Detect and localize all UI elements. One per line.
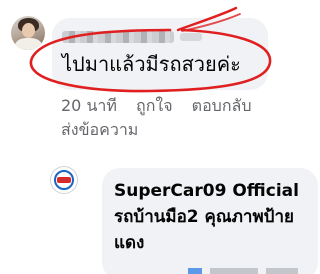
avatar-face (22, 23, 35, 38)
clipped-reply-meta (188, 268, 298, 274)
reply-bubble: SuperCar09 Official รถบ้านมือ2 คุณภาพป้า… (102, 168, 318, 274)
reply-button[interactable]: ตอบกลับ (192, 96, 252, 115)
comments-view: ไปมาแล้วมีรถสวยค่ะ 20 นาที ถูกใจ ตอบกลับ… (0, 0, 320, 274)
send-message-button[interactable]: ส่งข้อความ (61, 120, 138, 139)
comment-bubble: ไปมาแล้วมีรถสวยค่ะ (52, 18, 268, 90)
comment-actions: 20 นาที ถูกใจ ตอบกลับ ส่งข้อความ (61, 94, 316, 142)
comment-timestamp: 20 นาที (61, 96, 117, 115)
comment-text: ไปมาแล้วมีรถสวยค่ะ (62, 52, 241, 76)
avatar-shirt (15, 38, 42, 50)
logo-mark-icon (57, 177, 71, 183)
like-button[interactable]: ถูกใจ (136, 96, 173, 115)
blurred-commenter-name-extra (180, 33, 202, 41)
blurred-commenter-name[interactable] (62, 31, 174, 43)
reply-author-name[interactable]: SuperCar09 Official รถบ้านมือ2 คุณภาพป้า… (114, 178, 314, 256)
commenter-avatar[interactable] (11, 16, 45, 50)
page-avatar[interactable] (50, 166, 78, 194)
